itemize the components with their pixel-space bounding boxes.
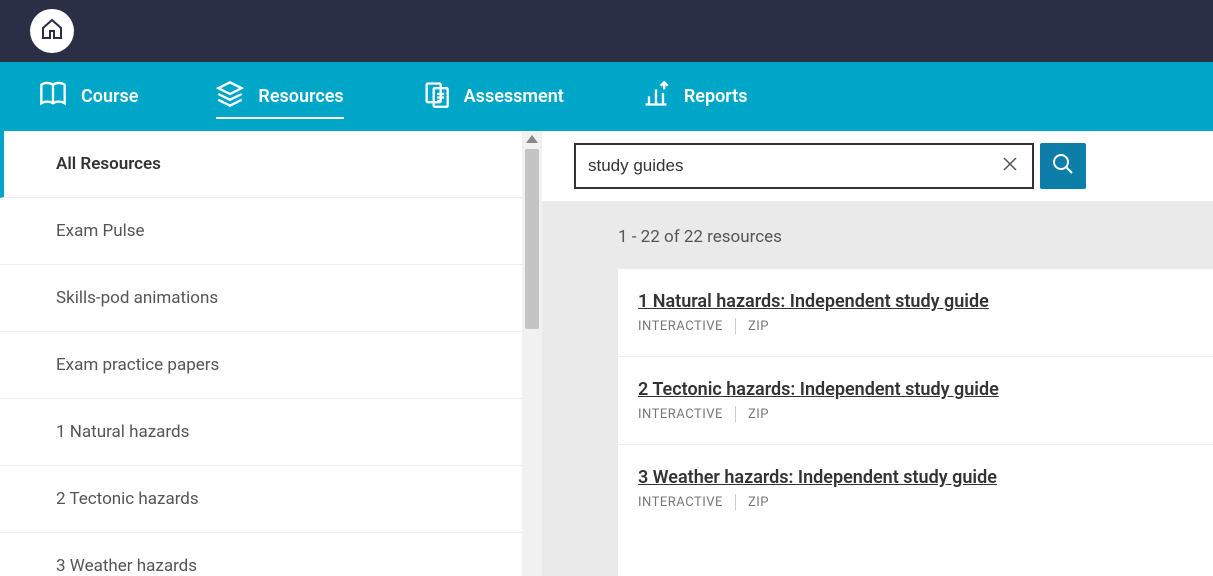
layers-icon — [216, 80, 244, 113]
top-header — [0, 0, 1213, 62]
main-nav: Course Resources Assessment — [0, 62, 1213, 131]
sidebar-item-label: Exam Pulse — [56, 221, 145, 241]
result-item: 2 Tectonic hazards: Independent study gu… — [618, 357, 1213, 445]
result-tag-interactive: INTERACTIVE — [638, 495, 723, 510]
sidebar-item-all-resources[interactable]: All Resources — [0, 131, 522, 198]
search-row — [542, 131, 1213, 201]
search-icon — [1051, 152, 1075, 180]
result-meta: INTERACTIVE ZIP — [638, 494, 1193, 510]
result-tag-interactive: INTERACTIVE — [638, 319, 723, 334]
book-icon — [39, 80, 67, 113]
sidebar-item-tectonic-hazards[interactable]: 2 Tectonic hazards — [0, 466, 522, 533]
main-content: All Resources Exam Pulse Skills-pod anim… — [0, 131, 1213, 576]
sidebar-item-label: 3 Weather hazards — [56, 556, 197, 576]
clear-button[interactable] — [1000, 156, 1020, 176]
result-item: 1 Natural hazards: Independent study gui… — [618, 269, 1213, 357]
result-tag-zip: ZIP — [748, 495, 769, 510]
sidebar-item-label: All Resources — [56, 154, 161, 174]
search-box[interactable] — [574, 143, 1034, 189]
nav-label: Resources — [258, 86, 343, 107]
result-tag-zip: ZIP — [748, 407, 769, 422]
result-meta: INTERACTIVE ZIP — [638, 318, 1193, 334]
result-title-link[interactable]: 2 Tectonic hazards: Independent study gu… — [638, 379, 1193, 400]
scroll-thumb[interactable] — [525, 149, 539, 329]
sidebar-item-label: Exam practice papers — [56, 355, 219, 375]
sidebar-item-exam-practice[interactable]: Exam practice papers — [0, 332, 522, 399]
result-meta: INTERACTIVE ZIP — [638, 406, 1193, 422]
sidebar-item-label: 2 Tectonic hazards — [56, 489, 199, 509]
sidebar-item-label: 1 Natural hazards — [56, 422, 189, 442]
result-title-link[interactable]: 3 Weather hazards: Independent study gui… — [638, 467, 1193, 488]
result-tag-zip: ZIP — [748, 319, 769, 334]
sidebar-item-skills-pod[interactable]: Skills-pod animations — [0, 265, 522, 332]
home-icon — [40, 17, 64, 45]
sidebar-item-label: Skills-pod animations — [56, 288, 218, 308]
close-icon — [1002, 156, 1018, 176]
sidebar-scrollbar[interactable] — [522, 131, 542, 576]
scroll-up-icon — [526, 135, 538, 143]
nav-label: Reports — [684, 86, 748, 107]
result-title-link[interactable]: 1 Natural hazards: Independent study gui… — [638, 291, 1193, 312]
result-item: 3 Weather hazards: Independent study gui… — [618, 445, 1213, 532]
sidebar-item-exam-pulse[interactable]: Exam Pulse — [0, 198, 522, 265]
results-area: 1 - 22 of 22 resources 1 Natural hazards… — [542, 131, 1213, 576]
meta-separator — [735, 318, 736, 334]
meta-separator — [735, 406, 736, 422]
chart-icon — [642, 80, 670, 113]
clipboard-icon — [422, 80, 450, 113]
results-list: 1 Natural hazards: Independent study gui… — [618, 269, 1213, 576]
search-button[interactable] — [1040, 143, 1086, 189]
results-count: 1 - 22 of 22 resources — [542, 201, 1213, 269]
nav-label: Course — [81, 86, 138, 107]
search-input[interactable] — [588, 156, 1000, 176]
nav-course[interactable]: Course — [39, 62, 138, 131]
nav-reports[interactable]: Reports — [642, 62, 748, 131]
sidebar-item-natural-hazards[interactable]: 1 Natural hazards — [0, 399, 522, 466]
result-tag-interactive: INTERACTIVE — [638, 407, 723, 422]
sidebar-item-weather-hazards[interactable]: 3 Weather hazards — [0, 533, 522, 576]
meta-separator — [735, 494, 736, 510]
nav-label: Assessment — [464, 86, 564, 107]
nav-assessment[interactable]: Assessment — [422, 62, 564, 131]
home-button[interactable] — [30, 9, 74, 53]
sidebar: All Resources Exam Pulse Skills-pod anim… — [0, 131, 542, 576]
nav-resources[interactable]: Resources — [216, 62, 343, 131]
